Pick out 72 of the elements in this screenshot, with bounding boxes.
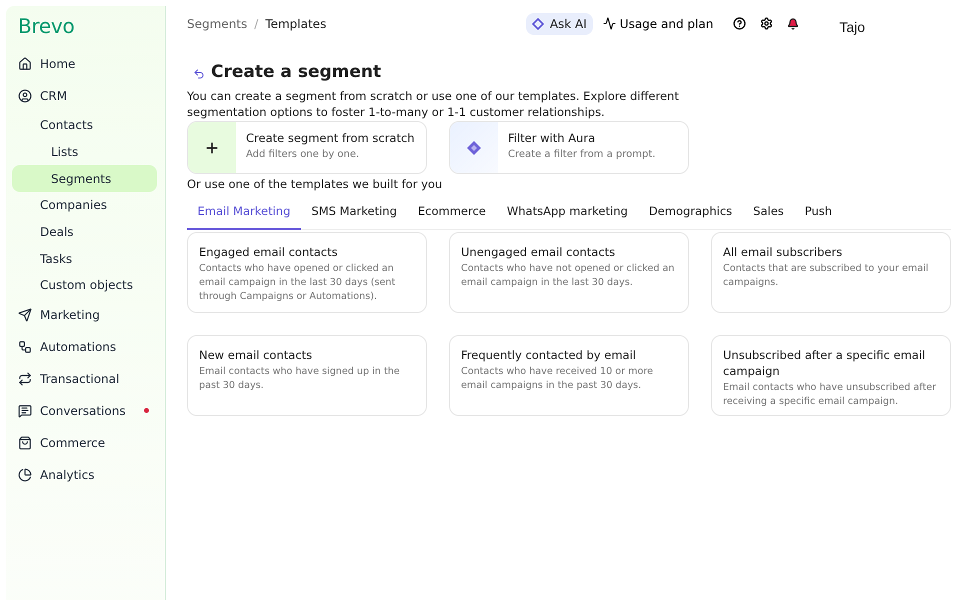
ask-ai-button[interactable]: Ask AI — [526, 12, 593, 34]
template-description: Contacts who have received 10 or more email campaigns in the past 30 days. — [461, 365, 654, 393]
sidebar-item[interactable]: Automations — [12, 330, 157, 363]
sidebar-item[interactable]: Home — [12, 48, 157, 80]
diamond-icon — [466, 140, 482, 156]
page-description: You can create a segment from scratch or use one of our templates. Explore different segmentation options to foster 1-to-many or 1-1 customer relationships. — [187, 88, 680, 120]
home-icon — [18, 57, 32, 71]
tab[interactable]: Ecommerce — [407, 192, 496, 230]
option-card[interactable]: Create segment from scratch Add filters one by one. — [187, 121, 427, 174]
tab[interactable]: Sales — [742, 192, 794, 230]
template-description: Contacts who have opened or clicked an email campaign in the last 30 days (sent through Campaigns or Automations). — [199, 262, 396, 304]
logo: Brevo — [18, 14, 76, 38]
bag-icon — [18, 436, 32, 450]
breadcrumb-separator: / — [254, 16, 258, 30]
option-subtitle: Add filters one by one. — [246, 149, 360, 160]
tab[interactable]: Email Marketing — [187, 192, 301, 230]
option-card[interactable]: Filter with Aura Create a filter from a prompt. — [449, 121, 689, 174]
template-title: Frequently contacted by email — [461, 347, 637, 363]
option-subtitle: Create a filter from a prompt. — [508, 149, 656, 160]
template-card[interactable]: Unengaged email contacts Contacts who have not opened or clicked an email campaign in the last 30 days. — [449, 232, 689, 313]
template-title: Engaged email contacts — [199, 244, 339, 260]
paper-plane-icon — [18, 308, 32, 322]
diamond-icon — [532, 18, 544, 30]
sidebar-item[interactable]: Contacts — [12, 112, 157, 139]
sidebar-item[interactable]: Commerce — [12, 426, 157, 459]
option-title: Create segment from scratch — [246, 131, 415, 145]
sidebar-item[interactable]: Conversations — [12, 394, 157, 427]
tab[interactable]: Push — [794, 192, 843, 230]
sidebar-item[interactable]: Companies — [12, 192, 157, 219]
sidebar-item[interactable]: Analytics — [12, 458, 157, 491]
help-button[interactable] — [733, 17, 746, 30]
template-card[interactable]: All email subscribers Contacts that are subscribed to your email campaigns. — [711, 232, 951, 313]
sidebar-item[interactable]: Custom objects — [12, 272, 157, 299]
template-card[interactable]: Unsubscribed after a specific email campaign Email contacts who have unsubscribed after receiving a specific email campaign. — [711, 335, 951, 416]
tab[interactable]: SMS Marketing — [300, 192, 408, 230]
plus-icon — [204, 140, 220, 156]
template-card[interactable]: Engaged email contacts Contacts who have opened or clicked an email campaign in the last 30 days (sent through Campaigns or Automations). — [187, 232, 427, 313]
chat-icon — [18, 404, 32, 418]
notifications-button[interactable] — [787, 18, 800, 30]
back-icon[interactable] — [193, 68, 205, 80]
template-description: Email contacts who have signed up in the past 30 days. — [199, 365, 401, 393]
template-title: All email subscribers — [723, 244, 844, 260]
template-title: Unengaged email contacts — [461, 244, 616, 260]
sidebar-item[interactable]: Segments — [12, 165, 157, 192]
settings-button[interactable] — [760, 17, 774, 30]
tab[interactable]: Demographics — [638, 192, 743, 230]
option-title: Filter with Aura — [508, 131, 596, 145]
breadcrumb-link[interactable]: Templates — [265, 16, 326, 30]
usage-button[interactable]: Usage and plan — [596, 16, 720, 32]
sidebar-item[interactable]: CRM — [12, 80, 157, 112]
template-description: Contacts that are subscribed to your email campaigns. — [723, 262, 930, 290]
workflow-icon — [18, 340, 32, 354]
template-title: Unsubscribed after a specific email campaign — [723, 347, 926, 379]
template-title: New email contacts — [199, 347, 314, 363]
page-title: Create a segment — [211, 62, 382, 82]
user-name[interactable]: Tajo — [839, 18, 865, 34]
tab[interactable]: WhatsApp marketing — [496, 192, 638, 230]
breadcrumb-link[interactable]: Segments — [187, 16, 248, 30]
template-card[interactable]: New email contacts Email contacts who have signed up in the past 30 days. — [187, 335, 427, 416]
template-description: Email contacts who have unsubscribed after receiving a specific email campaign. — [723, 381, 938, 409]
sidebar-item[interactable]: Marketing — [12, 298, 157, 331]
templates-heading: Or use one of the templates we built for you — [187, 177, 444, 191]
template-card[interactable]: Frequently contacted by email Contacts who have received 10 or more email campaigns in the past 30 days. — [449, 335, 689, 416]
sidebar-item[interactable]: Transactional — [12, 362, 157, 395]
sidebar-item[interactable]: Tasks — [12, 245, 157, 272]
repeat-icon — [18, 372, 32, 386]
activity-icon — [602, 17, 616, 30]
sidebar-item[interactable]: Lists — [12, 138, 157, 166]
pie-chart-icon — [18, 468, 32, 482]
user-circle-icon — [18, 89, 32, 103]
template-description: Contacts who have not opened or clicked an email campaign in the last 30 days. — [461, 262, 676, 290]
sidebar-item[interactable]: Deals — [12, 218, 157, 246]
